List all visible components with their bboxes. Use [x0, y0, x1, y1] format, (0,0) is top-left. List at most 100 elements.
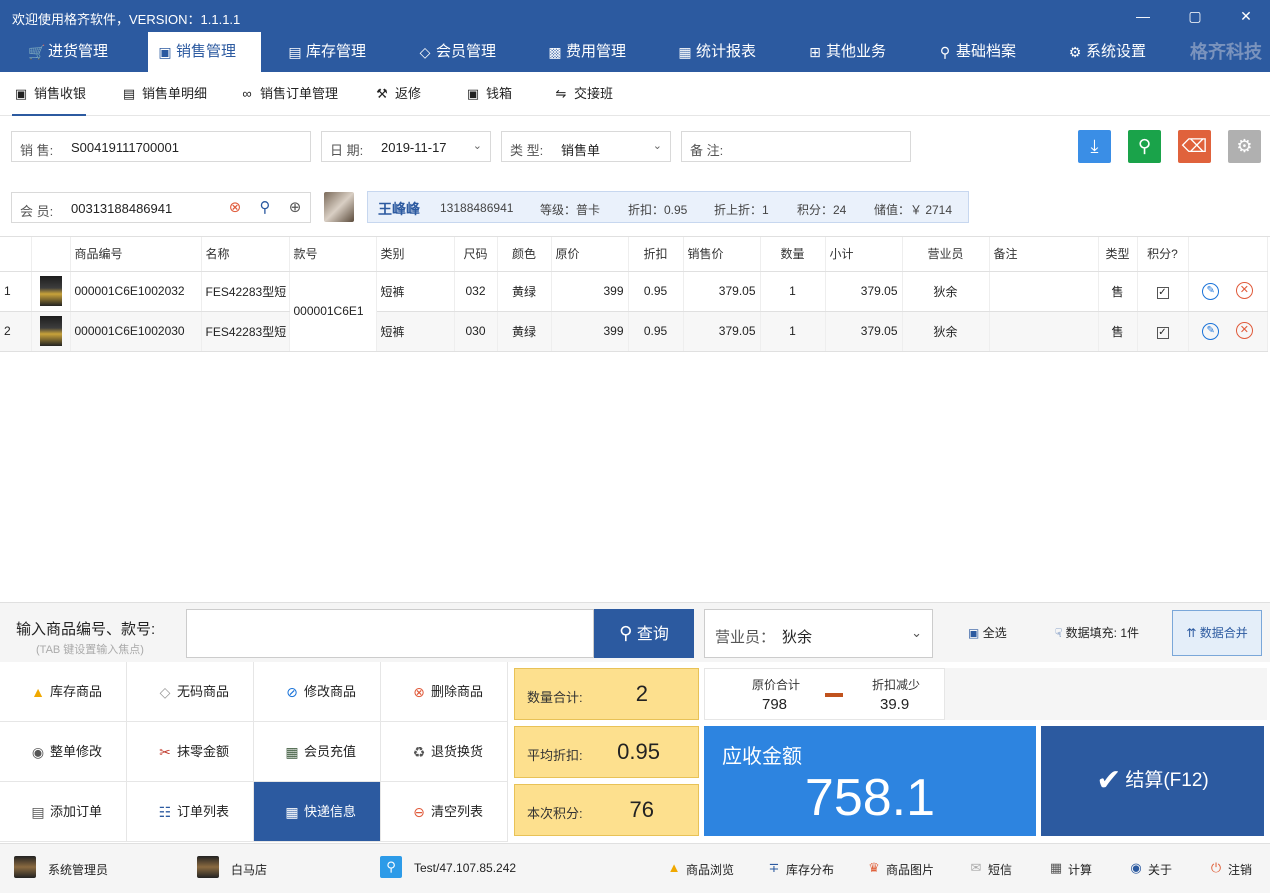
points-checkbox[interactable]: ✓ — [1137, 271, 1189, 312]
col-header[interactable]: 营业员 — [902, 237, 990, 272]
order-edit-button[interactable]: ◉ 整单修改 — [0, 722, 127, 782]
avg-discount-box: 平均折扣: 0.95 — [514, 726, 699, 778]
logout-link[interactable]: ⏻ 注销 — [1208, 860, 1252, 878]
browse-goods-link[interactable]: ▲ 商品浏览 — [666, 860, 734, 878]
nav-archive[interactable]: ⚲ 基础档案 — [928, 32, 1048, 72]
date-field[interactable]: 日 期: 2019-11-17 ⌄ — [321, 131, 491, 162]
col-header[interactable]: 数量 — [760, 237, 826, 272]
edit-row-icon[interactable]: ✎ — [1202, 283, 1220, 300]
data-merge-button[interactable]: ⇈ 数据合并 — [1172, 610, 1262, 656]
quantity[interactable]: 1 — [760, 311, 826, 352]
wrench-icon: ⚒ — [376, 86, 388, 101]
col-header[interactable]: 原价 — [551, 237, 629, 272]
nav-purchase[interactable]: 🛒 进货管理 — [20, 32, 140, 72]
search-icon[interactable]: ⚲ — [1128, 130, 1161, 163]
sale-price[interactable]: 379.05 — [683, 311, 761, 352]
maximize-icon[interactable]: ▢ — [1180, 4, 1210, 28]
goods-image-link[interactable]: ♛ 商品图片 — [866, 860, 934, 878]
data-fill-button[interactable]: ☟ 数据填充: 1件 — [1055, 624, 1139, 641]
nav-label: 统计报表 — [696, 43, 757, 60]
minimize-icon[interactable]: — — [1128, 4, 1158, 28]
col-header[interactable]: 商品编号 — [70, 237, 202, 272]
add-order-button[interactable]: ▤ 添加订单 — [0, 782, 127, 842]
col-header[interactable]: 类别 — [376, 237, 455, 272]
row-note[interactable] — [989, 271, 1099, 312]
nav-settings[interactable]: ⚙ 系统设置 — [1058, 32, 1178, 72]
col-header[interactable]: 类型 — [1098, 237, 1138, 272]
col-header[interactable]: 折扣 — [628, 237, 684, 272]
clear-list-button[interactable]: ⊖ 清空列表 — [381, 782, 508, 842]
stock-goods-button[interactable]: ▲ 库存商品 — [0, 662, 127, 722]
tab-shift[interactable]: ⇋ 交接班 — [552, 72, 613, 116]
stock-distribution-link[interactable]: ∓ 库存分布 — [766, 860, 834, 878]
nav-expense[interactable]: ▩ 费用管理 — [538, 32, 658, 72]
salesman-select[interactable]: 营业员： 狄余 ⌄ — [704, 609, 933, 658]
tab-order-manage[interactable]: ∞ 销售订单管理 — [238, 72, 338, 116]
nav-report[interactable]: ▦ 统计报表 — [668, 32, 788, 72]
about-link[interactable]: ◉ 关于 — [1128, 860, 1172, 878]
staff[interactable]: 狄余 — [902, 311, 990, 352]
order-list-button[interactable]: ☷ 订单列表 — [127, 782, 254, 842]
search-member-icon[interactable]: ⚲ — [255, 198, 275, 218]
query-button[interactable]: ⚲ 查询 — [594, 609, 694, 658]
col-header[interactable]: 名称 — [201, 237, 290, 272]
edit-goods-button[interactable]: ⊘ 修改商品 — [254, 662, 381, 722]
type-select[interactable]: 类 型: 销售单 ⌄ — [501, 131, 671, 162]
delete-goods-button[interactable]: ⊗ 删除商品 — [381, 662, 508, 722]
sale-no-field[interactable]: 销 售: S00419111700001 — [11, 131, 311, 162]
member-field[interactable]: 会 员: 00313188486941 ⊗ ⚲ ⊕ — [11, 192, 311, 223]
nav-member[interactable]: ◇ 会员管理 — [408, 32, 528, 72]
sale-price[interactable]: 379.05 — [683, 271, 761, 312]
round-off-button[interactable]: ✂ 抹零金额 — [127, 722, 254, 782]
product-search-input[interactable] — [186, 609, 594, 658]
settings-gear-icon[interactable]: ⚙ — [1228, 130, 1261, 163]
col-header[interactable]: 款号 — [289, 237, 377, 272]
row-note[interactable] — [989, 311, 1099, 352]
input-label: 输入商品编号、款号: — [16, 621, 156, 638]
delete-row-icon[interactable]: ✕ — [1235, 322, 1253, 339]
nav-other[interactable]: ⊞ 其他业务 — [798, 32, 918, 72]
table-row[interactable]: 1 000001C6E1002032 FES42283型短 000001C6E1… — [0, 271, 1268, 352]
close-icon[interactable]: ✕ — [1231, 4, 1261, 28]
nav-sales[interactable]: ▣ 销售管理 — [148, 32, 261, 72]
checkbox-checked-icon[interactable]: ✓ — [1156, 286, 1169, 299]
clear-member-icon[interactable]: ⊗ — [225, 198, 245, 218]
quantity[interactable]: 1 — [760, 271, 826, 312]
nav-inventory[interactable]: ▤ 库存管理 — [278, 32, 398, 72]
discount[interactable]: 0.95 — [628, 271, 684, 312]
tab-sales-detail[interactable]: ▤ 销售单明细 — [120, 72, 207, 116]
action-label: 抹零金额 — [177, 744, 230, 759]
sale-no-label: 销 售: — [20, 143, 54, 158]
col-header[interactable]: 小计 — [825, 237, 903, 272]
product-code: 000001C6E1002030 — [70, 311, 202, 352]
chevron-down-icon[interactable]: ⌄ — [653, 139, 662, 152]
col-header[interactable]: 颜色 — [497, 237, 552, 272]
col-header[interactable]: 备注 — [989, 237, 1099, 272]
chevron-down-icon[interactable]: ⌄ — [473, 139, 482, 152]
select-all-button[interactable]: ▣ 全选 — [968, 624, 1007, 641]
points-checkbox[interactable]: ✓ — [1137, 311, 1189, 352]
table-row[interactable]: 2 000001C6E1002030 FES42283型短 短裤 030 黄绿 … — [0, 311, 1268, 352]
tab-repair[interactable]: ⚒ 返修 — [373, 72, 421, 116]
edit-row-icon[interactable]: ✎ — [1202, 323, 1220, 340]
checkbox-checked-icon[interactable]: ✓ — [1156, 326, 1169, 339]
checkout-button[interactable]: ✔ 结算(F12) — [1041, 726, 1264, 836]
staff[interactable]: 狄余 — [902, 271, 990, 312]
download-icon[interactable]: ⤓ — [1078, 130, 1111, 163]
member-recharge-button[interactable]: ▦ 会员充值 — [254, 722, 381, 782]
eraser-icon[interactable]: ⌫ — [1178, 130, 1211, 163]
add-member-icon[interactable]: ⊕ — [285, 198, 305, 218]
sms-link[interactable]: ✉ 短信 — [968, 860, 1012, 878]
nocode-goods-button[interactable]: ◇ 无码商品 — [127, 662, 254, 722]
col-header[interactable]: 积分? — [1137, 237, 1189, 272]
tab-sales-cashier[interactable]: ▣ 销售收银 — [12, 72, 87, 116]
delete-row-icon[interactable]: ✕ — [1235, 282, 1253, 299]
note-field[interactable]: 备 注: — [681, 131, 911, 162]
col-header[interactable]: 尺码 — [454, 237, 498, 272]
express-info-button[interactable]: ▦ 快递信息 — [254, 782, 381, 842]
return-exchange-button[interactable]: ♻ 退货换货 — [381, 722, 508, 782]
col-header[interactable]: 销售价 — [683, 237, 761, 272]
tab-cashbox[interactable]: ▣ 钱箱 — [464, 72, 512, 116]
calculator-link[interactable]: ▦ 计算 — [1048, 860, 1092, 878]
discount[interactable]: 0.95 — [628, 311, 684, 352]
